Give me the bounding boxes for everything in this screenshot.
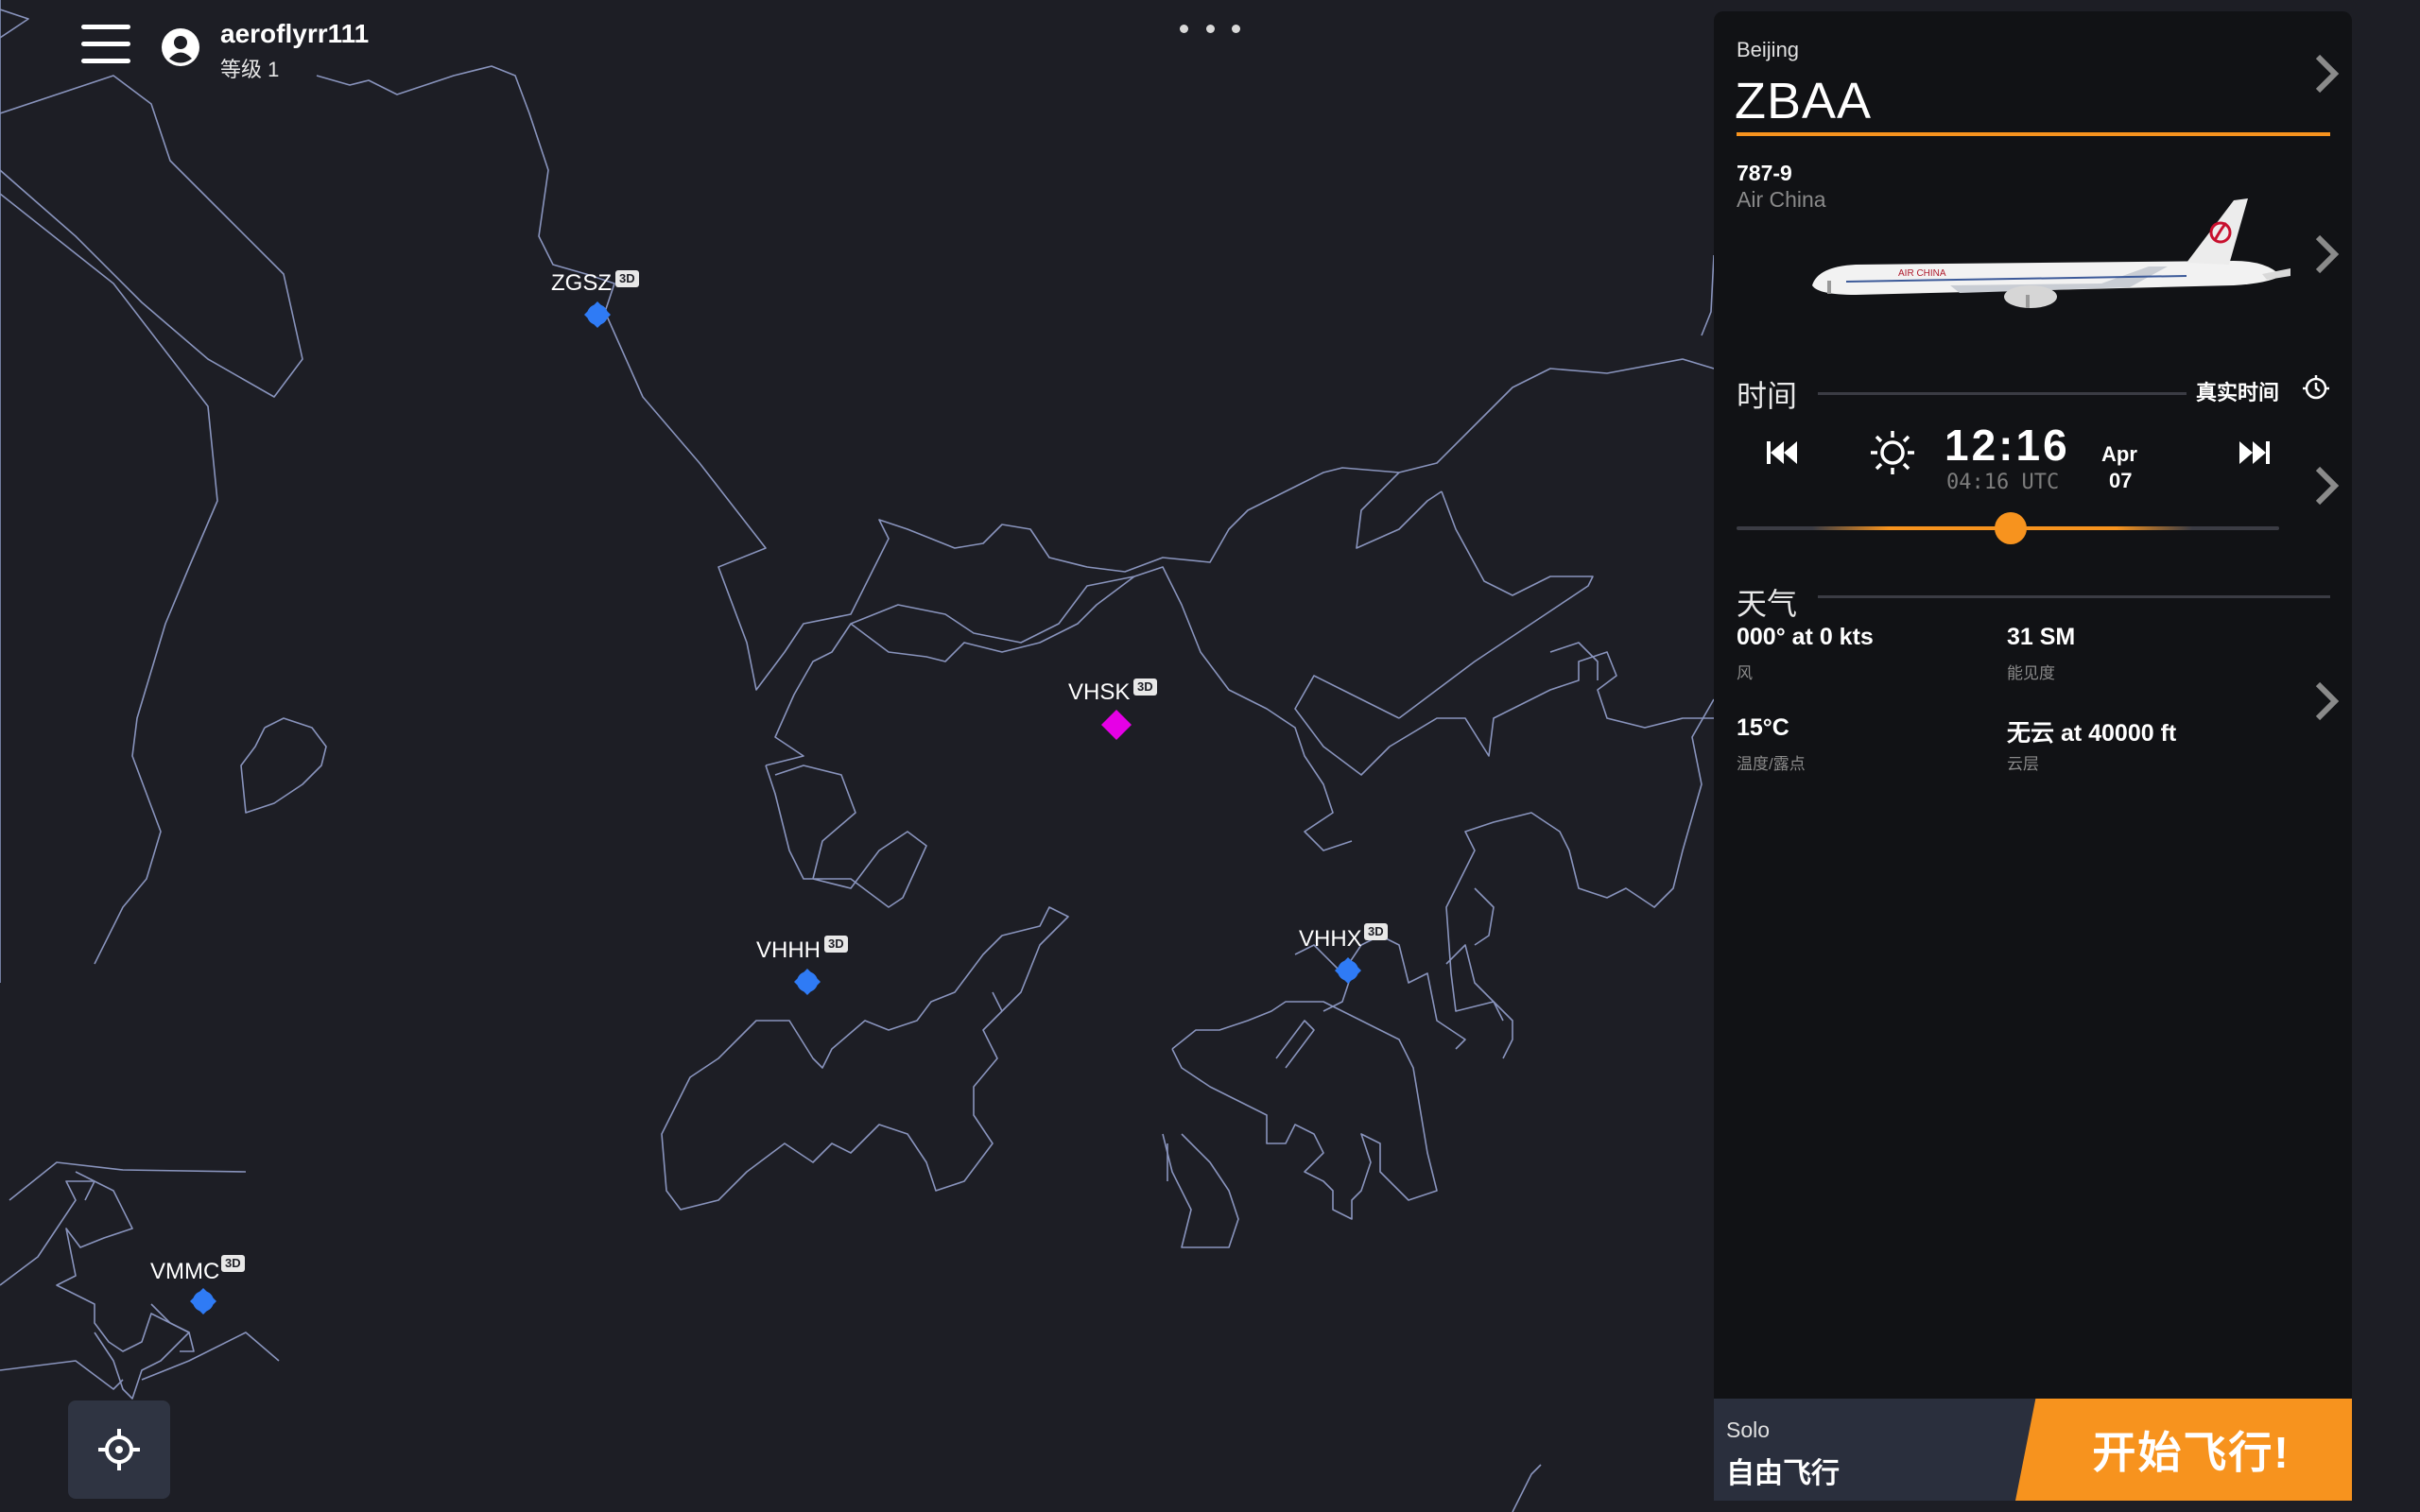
accent-underline bbox=[1737, 132, 2330, 136]
wind-label: 风 bbox=[1737, 664, 1753, 682]
coastline-lines bbox=[0, 0, 1715, 1512]
badge-3d: 3D bbox=[1364, 923, 1388, 940]
svg-text:AIR CHINA: AIR CHINA bbox=[1898, 268, 1946, 279]
chevron-right-icon bbox=[2315, 681, 2340, 721]
visibility-value: 31 SM bbox=[2007, 624, 2076, 650]
crosshair-icon bbox=[98, 1429, 140, 1470]
realtime-label[interactable]: 真实时间 bbox=[2196, 376, 2279, 406]
airport-label: VHSK bbox=[1068, 679, 1131, 705]
user-circle-icon[interactable] bbox=[161, 27, 200, 67]
badge-3d: 3D bbox=[824, 936, 848, 953]
cloud-value: 无云 at 40000 ft bbox=[2007, 720, 2177, 747]
divider bbox=[1818, 595, 2330, 598]
badge-3d: 3D bbox=[221, 1255, 245, 1272]
divider bbox=[1818, 392, 2187, 395]
chevron-right-icon bbox=[2315, 234, 2340, 274]
aircraft-chevron-button[interactable] bbox=[2312, 233, 2341, 275]
mode-title[interactable]: 自由飞行 bbox=[1726, 1450, 1840, 1491]
start-flight-button[interactable]: 开始飞行! bbox=[2015, 1399, 2352, 1501]
airport-marker[interactable] bbox=[187, 1285, 219, 1317]
aircraft-type: 787-9 bbox=[1737, 161, 1792, 185]
username: aeroflyrr111 bbox=[220, 19, 370, 48]
cloud-label: 云层 bbox=[2007, 755, 2039, 773]
start-flight-label: 开始飞行! bbox=[2092, 1428, 2290, 1477]
date-month[interactable]: Apr bbox=[2101, 442, 2137, 467]
airport-marker[interactable] bbox=[1332, 954, 1364, 987]
locate-button[interactable] bbox=[68, 1400, 170, 1499]
aircraft-image[interactable]: AIR CHINA bbox=[1789, 191, 2300, 342]
airport-icao[interactable]: ZBAA bbox=[1735, 72, 1872, 130]
temperature-label: 温度/露点 bbox=[1737, 755, 1806, 773]
skip-back-icon[interactable] bbox=[1765, 438, 1799, 467]
sun-icon[interactable] bbox=[1869, 429, 1916, 476]
airport-city: Beijing bbox=[1737, 38, 1800, 61]
flight-setup-panel: Beijing ZBAA 787-9 Air China AIR CHINA 时… bbox=[1714, 11, 2352, 1399]
airport-label: VHHH bbox=[756, 937, 821, 963]
airport-marker[interactable] bbox=[581, 299, 614, 331]
airport-marker[interactable] bbox=[791, 966, 823, 998]
user-level: 等级 1 bbox=[220, 58, 280, 81]
more-dots-icon[interactable] bbox=[1180, 21, 1240, 36]
airport-label: ZGSZ bbox=[551, 270, 612, 296]
temperature-value: 15°C bbox=[1737, 714, 1789, 741]
menu-icon bbox=[81, 25, 130, 29]
time-slider-handle[interactable] bbox=[1995, 512, 2027, 544]
airport-chevron-button[interactable] bbox=[2312, 53, 2341, 94]
time-section-title: 时间 bbox=[1737, 379, 1798, 413]
skip-forward-icon[interactable] bbox=[2238, 438, 2272, 467]
time-chevron-button[interactable] bbox=[2312, 465, 2341, 507]
realtime-clock-icon[interactable] bbox=[2302, 374, 2330, 403]
date-day[interactable]: 07 bbox=[2109, 469, 2132, 493]
airport-label: VMMC bbox=[150, 1259, 220, 1284]
utc-time: 04:16 UTC bbox=[1946, 471, 2060, 494]
weather-section-title: 天气 bbox=[1737, 587, 1798, 621]
menu-button[interactable] bbox=[81, 25, 130, 72]
local-time[interactable]: 12:16 bbox=[1945, 420, 2070, 471]
badge-3d: 3D bbox=[1133, 679, 1157, 696]
weather-chevron-button[interactable] bbox=[2312, 680, 2341, 722]
visibility-label: 能见度 bbox=[2007, 664, 2055, 682]
badge-3d: 3D bbox=[615, 270, 639, 287]
airport-marker[interactable] bbox=[1100, 709, 1132, 741]
mode-subtitle: Solo bbox=[1726, 1418, 1771, 1442]
airport-label: VHHX bbox=[1299, 926, 1362, 952]
wind-value: 000° at 0 kts bbox=[1737, 624, 1874, 650]
chevron-right-icon bbox=[2315, 466, 2340, 506]
chevron-right-icon bbox=[2315, 54, 2340, 94]
